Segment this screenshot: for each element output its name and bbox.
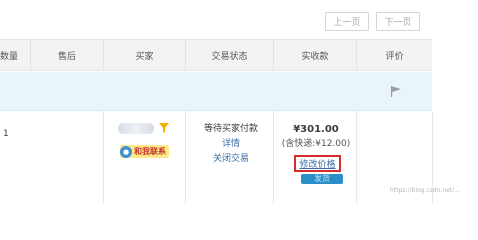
column-divider — [356, 111, 357, 204]
pager: 上一页 下一页 — [325, 12, 420, 31]
header-review: 评价 — [356, 40, 432, 70]
prev-page-button[interactable]: 上一页 — [325, 12, 369, 31]
header-quantity: 数量 — [0, 51, 19, 62]
close-trade-link[interactable]: 关闭交易 — [190, 152, 272, 167]
header-trade-status: 交易状态 — [185, 40, 273, 70]
header-buyer: 买家 — [103, 40, 185, 70]
column-divider — [185, 111, 186, 204]
amount-value: ¥301.00 — [293, 124, 339, 135]
status-text: 等待买家付款 — [203, 124, 258, 134]
wangwang-icon: ● — [120, 145, 132, 158]
filter-icon[interactable] — [159, 123, 169, 133]
paid-amount-cell: ¥301.00 (含快递:¥12.00) 修改价格 发货 — [276, 122, 356, 184]
next-page-button[interactable]: 下一页 — [376, 12, 420, 31]
order-info-bar — [0, 72, 432, 111]
order-row: 1 ● 和我联系 等待买家付款 详情 关闭交易 ¥301.00 (含快递:¥12… — [0, 111, 433, 204]
modify-price-link[interactable]: 修改价格 — [299, 157, 335, 170]
flag-icon[interactable] — [390, 86, 402, 97]
watermark: https://blog.csdn.net/... — [390, 187, 460, 194]
ship-button[interactable]: 发货 — [301, 174, 343, 184]
header-paid-amount: 实收款 — [273, 40, 356, 70]
trade-status-cell: 等待买家付款 详情 关闭交易 — [190, 122, 272, 167]
contact-buyer-button[interactable]: ● 和我联系 — [120, 145, 169, 158]
header-after-sales: 售后 — [30, 40, 103, 70]
table-header: 数量 售后 买家 交易状态 实收款 评价 — [0, 39, 432, 71]
shipping-fee: (含快递:¥12.00) — [281, 139, 351, 149]
modify-price-highlight: 修改价格 — [294, 155, 341, 172]
quantity-value: 1 — [3, 129, 9, 139]
contact-label: 和我联系 — [134, 147, 166, 156]
detail-link[interactable]: 详情 — [190, 137, 272, 152]
column-divider — [103, 111, 104, 204]
column-divider — [273, 111, 274, 204]
buyer-name-blurred[interactable] — [118, 123, 154, 134]
